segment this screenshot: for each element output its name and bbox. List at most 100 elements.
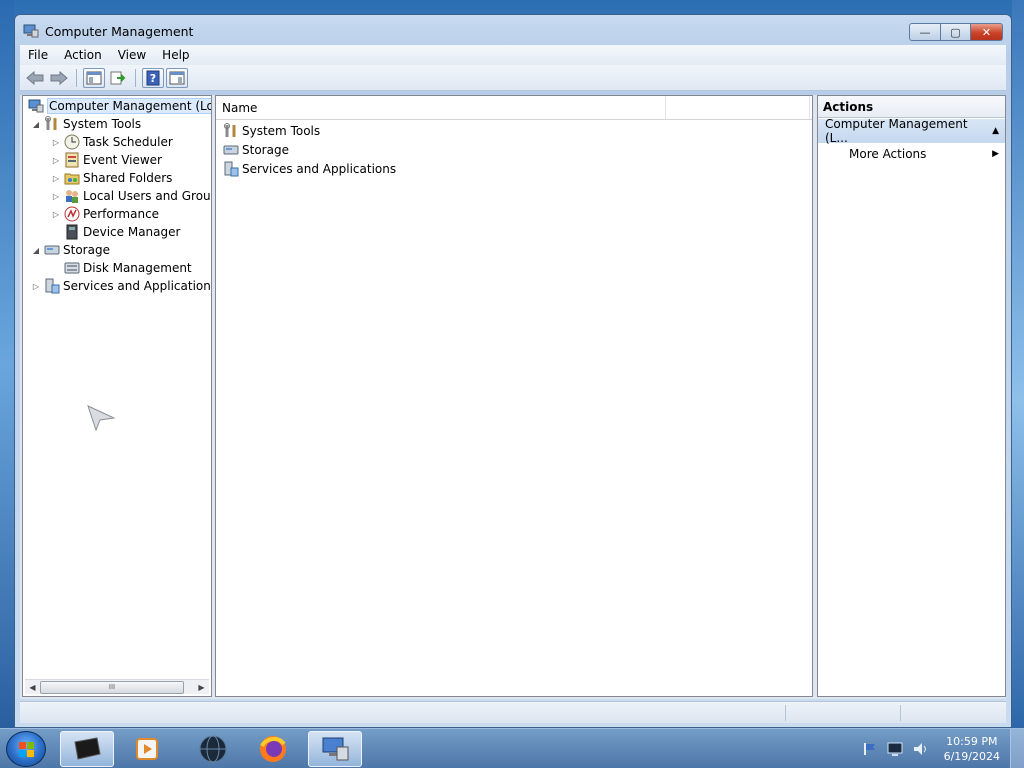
globe-icon <box>199 735 227 763</box>
tree-item-performance[interactable]: ▷ Performance <box>51 205 159 223</box>
help-icon: ? <box>146 70 160 85</box>
expand-arrow-icon[interactable]: ▷ <box>51 156 61 165</box>
taskbar-computer-management[interactable] <box>308 731 362 767</box>
show-desktop-button[interactable] <box>1010 729 1024 768</box>
tree-label: Computer Management (Local <box>47 98 211 114</box>
system-tools-icon <box>223 122 239 139</box>
mouse-cursor-icon <box>87 405 116 432</box>
tree-item-event-viewer[interactable]: ▷ Event Viewer <box>51 151 162 169</box>
tree-label: Disk Management <box>83 261 192 275</box>
status-divider <box>900 705 901 721</box>
help-button[interactable]: ? <box>142 67 164 88</box>
tree-horizontal-scrollbar[interactable]: ◀ III ▶ <box>25 679 209 694</box>
more-actions-item[interactable]: More Actions ▶ <box>818 143 1005 165</box>
tree-item-system-tools[interactable]: ◢ System Tools <box>31 115 141 133</box>
column-header-blank[interactable] <box>666 96 810 119</box>
taskbar-browser-dark[interactable] <box>186 731 240 767</box>
scrollbar-thumb[interactable]: III <box>40 680 184 694</box>
close-button[interactable]: ✕ <box>971 23 1003 41</box>
clock-icon <box>64 134 80 150</box>
tree-item-computer-management[interactable]: Computer Management (Local <box>25 97 211 115</box>
menu-file[interactable]: File <box>20 48 56 62</box>
menu-action[interactable]: Action <box>56 48 110 62</box>
tree-label: Shared Folders <box>83 171 173 185</box>
disk-management-icon <box>64 260 80 276</box>
back-button[interactable] <box>24 68 46 88</box>
tree-label: System Tools <box>63 117 142 131</box>
client-area: Computer Management (Local ◢ System Tool… <box>20 95 1006 699</box>
column-header-name[interactable]: Name <box>216 96 666 119</box>
show-hide-console-tree-icon <box>86 71 102 84</box>
tree-label: Event Viewer <box>83 153 162 167</box>
list-header: Name <box>216 96 812 120</box>
desktop-background-left <box>0 0 14 728</box>
start-button[interactable] <box>6 731 46 767</box>
storage-icon <box>44 242 60 258</box>
taskbar-media-player[interactable] <box>120 731 174 767</box>
tree-item-services-applications[interactable]: ▷ Services and Applications <box>31 277 211 295</box>
submenu-arrow-icon: ▶ <box>992 149 999 159</box>
expand-arrow-icon[interactable]: ▷ <box>31 282 41 291</box>
expand-arrow-icon[interactable]: ▷ <box>51 192 61 201</box>
back-arrow-icon <box>26 70 44 85</box>
toolbar: ? <box>20 65 1006 91</box>
taskbar-clock[interactable]: 10:59 PM 6/19/2024 <box>944 734 1000 764</box>
title-bar[interactable]: Computer Management — ▢ ✕ <box>15 15 1011 47</box>
expand-arrow-icon[interactable]: ▷ <box>51 210 61 219</box>
device-manager-icon <box>64 224 80 240</box>
svg-text:?: ? <box>150 72 156 85</box>
menu-help[interactable]: Help <box>154 48 197 62</box>
network-icon[interactable] <box>886 741 904 757</box>
maximize-button[interactable]: ▢ <box>941 23 971 41</box>
volume-icon[interactable] <box>912 741 930 757</box>
tree-item-local-users-groups[interactable]: ▷ Local Users and Groups <box>51 187 212 205</box>
forward-button[interactable] <box>48 68 70 88</box>
desktop-background-right <box>1012 0 1024 728</box>
show-hide-action-pane-icon <box>169 71 185 84</box>
system-tools-icon <box>44 116 60 132</box>
status-bar <box>20 701 1006 723</box>
firefox-icon <box>260 736 286 762</box>
toolbar-separator-2 <box>135 68 136 87</box>
expand-arrow-icon[interactable]: ▷ <box>51 174 61 183</box>
show-hide-console-tree-button[interactable] <box>83 67 105 88</box>
tree-item-device-manager[interactable]: Device Manager <box>61 223 180 241</box>
export-list-button[interactable] <box>107 68 129 88</box>
list-item-label: Storage <box>242 142 289 157</box>
show-hide-action-pane-button[interactable] <box>166 67 188 88</box>
minimize-button[interactable]: — <box>909 23 941 41</box>
list-item-label: Services and Applications <box>242 161 397 176</box>
actions-header: Actions <box>818 96 1005 118</box>
export-list-icon <box>110 71 126 84</box>
actions-pane: Actions Computer Management (L... ▲ More… <box>817 95 1006 697</box>
taskbar-terminal[interactable] <box>60 731 114 767</box>
users-icon <box>64 188 80 204</box>
scroll-right-arrow-icon[interactable]: ▶ <box>194 680 209 695</box>
services-applications-icon <box>223 161 239 177</box>
tree-item-storage[interactable]: ◢ Storage <box>31 241 110 259</box>
action-center-flag-icon[interactable] <box>862 741 878 757</box>
tree-item-disk-management[interactable]: Disk Management <box>61 259 192 277</box>
list-item-storage[interactable]: Storage <box>220 140 289 159</box>
collapse-arrow-icon[interactable]: ◢ <box>31 246 41 255</box>
shared-folder-icon <box>64 170 80 186</box>
tree-item-task-scheduler[interactable]: ▷ Task Scheduler <box>51 133 173 151</box>
list-item-services-applications[interactable]: Services and Applications <box>220 159 396 178</box>
taskbar: 10:59 PM 6/19/2024 <box>0 728 1024 768</box>
media-player-icon <box>136 738 158 760</box>
collapse-up-icon[interactable]: ▲ <box>992 126 999 136</box>
computer-management-window: Computer Management — ▢ ✕ File Action Vi… <box>14 14 1012 728</box>
computer-management-icon <box>23 24 39 38</box>
tree-label: Local Users and Groups <box>83 189 212 203</box>
clock-date: 6/19/2024 <box>943 750 1000 763</box>
menu-view[interactable]: View <box>110 48 154 62</box>
tree-item-shared-folders[interactable]: ▷ Shared Folders <box>51 169 172 187</box>
actions-section-computer-management[interactable]: Computer Management (L... ▲ <box>818 117 1005 145</box>
expand-arrow-icon[interactable]: ▷ <box>51 138 61 147</box>
scroll-left-arrow-icon[interactable]: ◀ <box>25 680 40 695</box>
tree-label: Storage <box>63 243 110 257</box>
tree-label: Performance <box>83 207 160 221</box>
collapse-arrow-icon[interactable]: ◢ <box>31 120 41 129</box>
list-item-system-tools[interactable]: System Tools <box>220 121 320 140</box>
taskbar-firefox[interactable] <box>246 731 300 767</box>
